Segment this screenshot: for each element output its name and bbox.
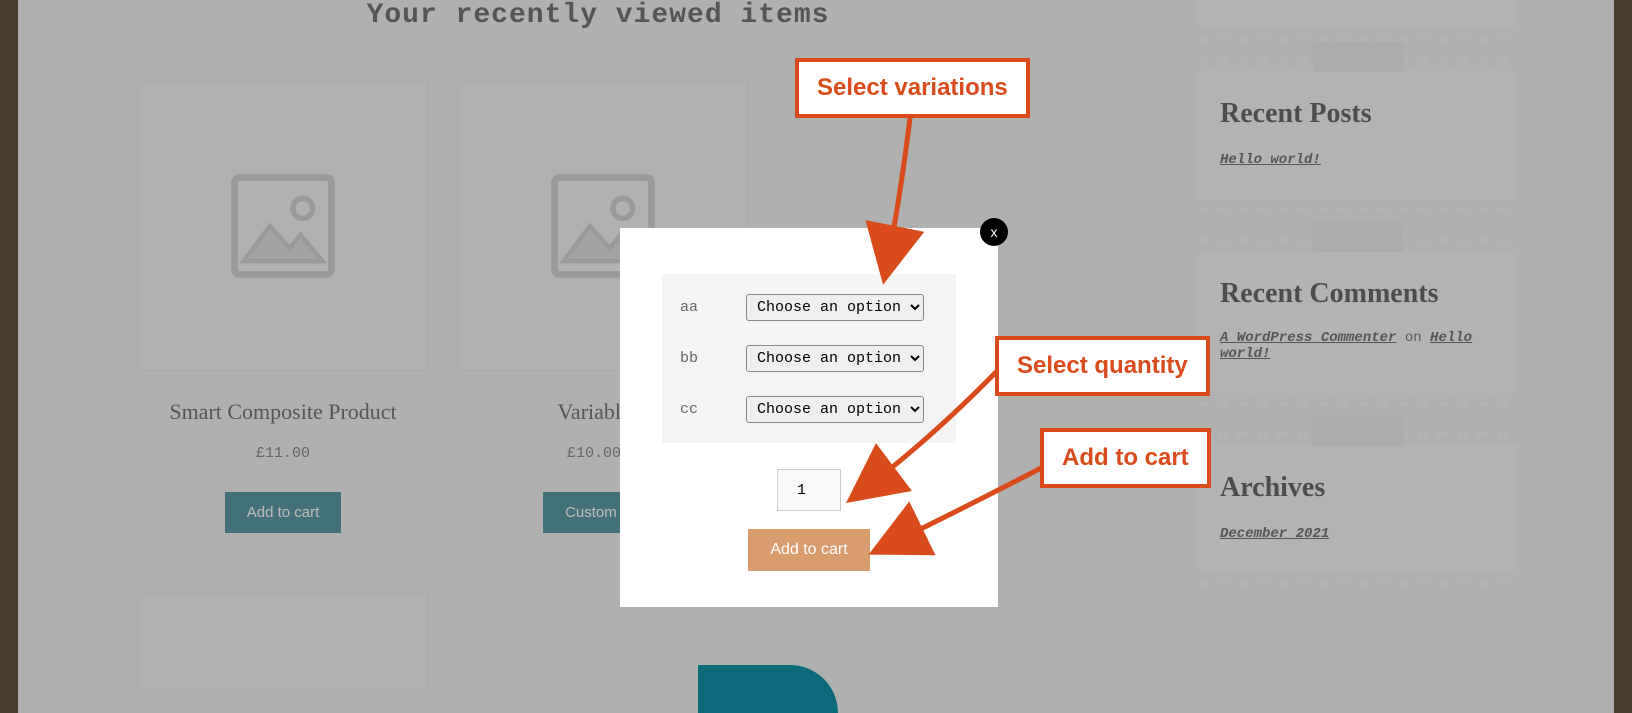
variation-select-cc[interactable]: Choose an option <box>746 396 924 423</box>
widget-title: Archives <box>1220 472 1496 504</box>
archive-link[interactable]: December 2021 <box>1220 526 1329 542</box>
variation-row: bb Choose an option <box>662 333 956 384</box>
variation-row: aa Choose an option <box>662 282 956 333</box>
on-text: on <box>1396 330 1430 346</box>
variation-label: aa <box>680 299 746 316</box>
callout-quantity: Select quantity <box>995 336 1210 396</box>
widget-stub <box>1198 0 1518 30</box>
widget-title: Recent Posts <box>1220 98 1496 130</box>
quantity-stepper[interactable] <box>777 469 841 511</box>
tape-icon <box>1313 416 1403 446</box>
callout-add-to-cart: Add to cart <box>1040 428 1211 488</box>
quantity-wrap <box>662 469 956 511</box>
tape-icon <box>1313 222 1403 252</box>
recent-comment-item: A WordPress Commenter on Hello world! <box>1220 330 1496 362</box>
close-button[interactable]: x <box>980 218 1008 246</box>
sidebar: Recent Posts Hello world! Recent Comment… <box>1198 0 1518 614</box>
variation-label: cc <box>680 401 746 418</box>
callout-variations: Select variations <box>795 58 1030 118</box>
modal-add-to-cart-button[interactable]: Add to cart <box>748 529 869 571</box>
variation-modal: x aa Choose an option bb Choose an optio… <box>620 228 998 607</box>
product-card[interactable]: Smart Composite Product £11.00 Add to ca… <box>138 81 428 533</box>
add-to-cart-button[interactable]: Add to cart <box>225 492 342 533</box>
commenter-link[interactable]: A WordPress Commenter <box>1220 330 1396 346</box>
variation-select-aa[interactable]: Choose an option <box>746 294 924 321</box>
product-image-placeholder[interactable] <box>138 81 428 371</box>
variations-table: aa Choose an option bb Choose an option … <box>662 274 956 443</box>
variation-label: bb <box>680 350 746 367</box>
tape-icon <box>1313 42 1403 72</box>
recent-post-link[interactable]: Hello world! <box>1220 152 1321 168</box>
recent-posts-widget: Recent Posts Hello world! <box>1198 70 1518 200</box>
image-placeholder-icon <box>228 171 338 281</box>
recent-comments-widget: Recent Comments A WordPress Commenter on… <box>1198 250 1518 394</box>
variation-select-bb[interactable]: Choose an option <box>746 345 924 372</box>
archives-widget: Archives December 2021 <box>1198 444 1518 574</box>
variation-row: cc Choose an option <box>662 384 956 435</box>
section-title: Your recently viewed items <box>138 0 1058 31</box>
product-price: £11.00 <box>138 445 428 462</box>
widget-title: Recent Comments <box>1220 278 1496 310</box>
product-card-partial[interactable] <box>138 593 428 693</box>
product-name: Smart Composite Product <box>138 399 428 425</box>
